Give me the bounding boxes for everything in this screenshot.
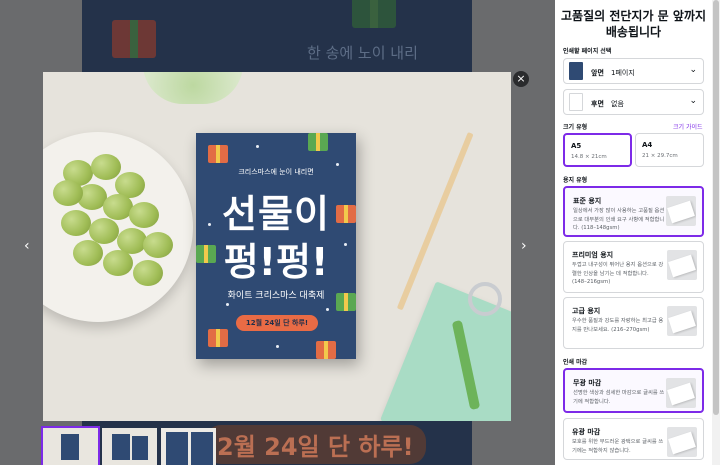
finish-label: 인쇄 마감 xyxy=(563,359,588,366)
next-arrow-icon[interactable]: › xyxy=(521,238,527,254)
paper-description: 두껍고 내구성이 뛰어난 용지 옵션으로 강렬한 인상을 남기는 데 적합합니다… xyxy=(572,262,664,285)
gift-icon xyxy=(308,133,328,151)
preview-thumbnails xyxy=(41,426,216,465)
size-name: A4 xyxy=(642,141,653,149)
back-page-select[interactable]: 후면 없음 ⌄ xyxy=(563,89,704,115)
preview-thumbnail-2[interactable] xyxy=(102,428,157,465)
size-name: A5 xyxy=(571,142,582,150)
panel-title-line2: 배송됩니다 xyxy=(605,25,662,39)
flyer-poster: 크리스마스에 눈이 내리면 선물이 펑!펑! 화이트 크리스마스 대축제 12월… xyxy=(196,133,356,359)
paper-sample-image xyxy=(667,250,697,280)
size-option-a4[interactable]: A4 21 × 29.7cm xyxy=(635,133,704,167)
print-options-panel: 고품질의 전단지가 문 앞까지 배송됩니다 인쇄할 페이지 선택 앞면 1페이지… xyxy=(555,0,712,465)
gift-icon xyxy=(208,329,228,347)
paper-option-luxury[interactable]: 고급 용지 우수한 품질과 강도를 자랑하는 최고급 용지를 만나보세요. (2… xyxy=(563,297,704,349)
poster-title-line2: 펑!펑! xyxy=(223,240,329,284)
size-guide-link[interactable]: 크기 가이드 xyxy=(673,122,703,131)
panel-scrollbar-thumb[interactable] xyxy=(713,0,719,415)
glass-decoration xyxy=(143,72,243,104)
paper-description: 우수한 품질과 강도를 자랑하는 최고급 용지를 만나보세요. (216–270… xyxy=(572,318,664,333)
paper-description: 일상에서 가장 많이 사용하는 고품질 옵션으로 대부분의 인쇄 요구 사항에 … xyxy=(573,208,665,231)
back-value: 없음 xyxy=(611,100,624,108)
front-label: 앞면 xyxy=(591,69,604,77)
panel-title: 고품질의 전단지가 문 앞까지 배송됩니다 xyxy=(555,8,712,40)
size-option-a5[interactable]: A5 14.8 × 21cm xyxy=(563,133,632,167)
keyring-decoration xyxy=(468,282,502,316)
paper-option-premium[interactable]: 프리미엄 용지 두껍고 내구성이 뛰어난 용지 옵션으로 강렬한 인상을 남기는… xyxy=(563,241,704,293)
finish-description: 보호를 위한 부드러운 광택으로 글씨를 쓰기에는 적합하지 않습니다. xyxy=(572,439,664,454)
product-preview-image: 크리스마스에 눈이 내리면 선물이 펑!펑! 화이트 크리스마스 대축제 12월… xyxy=(43,72,511,421)
poster-date-pill: 12월 24일 단 하루! xyxy=(236,315,318,331)
close-icon[interactable]: × xyxy=(513,71,529,87)
size-label: 크기 유형 xyxy=(563,124,588,131)
paper-name: 프리미엄 용지 xyxy=(572,251,614,259)
poster-tagline: 화이트 크리스마스 대축제 xyxy=(227,291,325,301)
panel-title-line1: 고품질의 전단지가 문 앞까지 xyxy=(560,9,706,23)
gift-icon xyxy=(316,341,336,359)
paper-label: 용지 유형 xyxy=(563,177,588,184)
back-thumbnail xyxy=(569,93,583,111)
bowl-decoration xyxy=(43,132,193,322)
gift-icon xyxy=(208,145,228,163)
finish-description: 선명한 색상과 섬세한 마감으로 글씨를 쓰기에 적합합니다. xyxy=(573,390,665,405)
paper-option-standard[interactable]: 표준 용지 일상에서 가장 많이 사용하는 고품질 옵션으로 대부분의 인쇄 요… xyxy=(563,186,704,237)
front-value: 1페이지 xyxy=(611,69,635,77)
front-page-select[interactable]: 앞면 1페이지 ⌄ xyxy=(563,58,704,84)
finish-name: 무광 마감 xyxy=(573,379,602,387)
preview-thumbnail-3[interactable] xyxy=(161,428,216,465)
size-dimensions: 21 × 29.7cm xyxy=(642,153,678,159)
size-dimensions: 14.8 × 21cm xyxy=(571,154,607,160)
paper-sample-image xyxy=(666,196,696,226)
gift-decoration xyxy=(112,20,156,58)
back-label: 후면 xyxy=(591,100,604,108)
chevron-down-icon: ⌄ xyxy=(689,96,697,106)
front-thumbnail xyxy=(569,62,583,80)
paper-name: 표준 용지 xyxy=(573,197,602,205)
finish-name: 유광 마감 xyxy=(572,428,601,436)
gift-decoration xyxy=(352,0,396,28)
finish-option-glossy[interactable]: 유광 마감 보호를 위한 부드러운 광택으로 글씨를 쓰기에는 적합하지 않습니… xyxy=(563,418,704,460)
finish-sample-image xyxy=(666,378,696,408)
poster-subtitle: 크리스마스에 눈이 내리면 xyxy=(238,168,314,176)
prev-arrow-icon[interactable]: ‹ xyxy=(24,238,30,254)
paper-sample-image xyxy=(667,306,697,336)
chevron-down-icon: ⌄ xyxy=(689,65,697,75)
background-partial-text: 2월 24일 단 하루! xyxy=(205,425,426,464)
finish-option-matte[interactable]: 무광 마감 선명한 색상과 섬세한 마감으로 글씨를 쓰기에 적합합니다. xyxy=(563,368,704,413)
page-select-label: 인쇄할 페이지 선택 xyxy=(563,48,612,55)
poster-title-line1: 선물이 xyxy=(222,192,330,236)
background-faint-text: 한 송에 노이 내리 xyxy=(307,44,418,62)
paper-name: 고급 용지 xyxy=(572,307,601,315)
finish-sample-image xyxy=(667,427,697,457)
preview-thumbnail-1[interactable] xyxy=(41,426,100,465)
